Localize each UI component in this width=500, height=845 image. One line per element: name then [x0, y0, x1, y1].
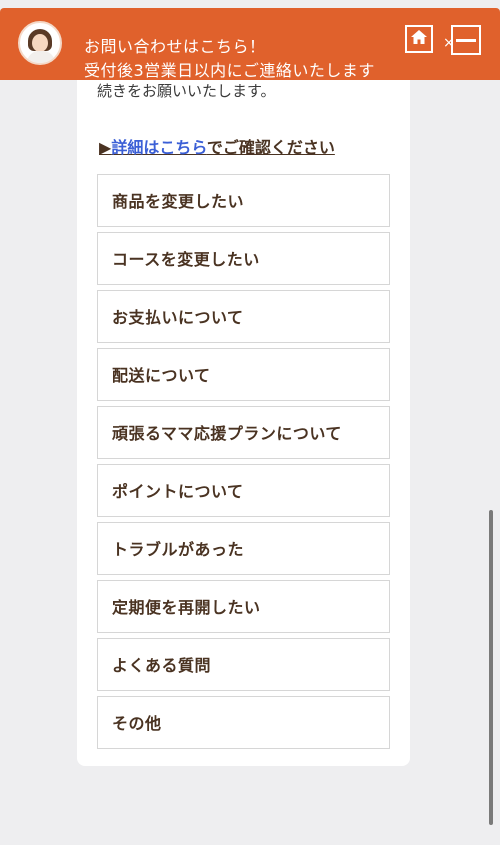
- home-button[interactable]: [405, 25, 433, 53]
- minimize-button[interactable]: [451, 25, 481, 55]
- home-icon: [410, 29, 428, 49]
- operator-avatar: [18, 21, 62, 65]
- menu-item-delivery[interactable]: 配送について: [97, 348, 390, 401]
- inquiry-card: 続きをお願いいたします。 ▶詳細はこちらでご確認ください 商品を変更したい コー…: [77, 60, 410, 766]
- menu-item-mama-support-plan[interactable]: 頑張るママ応援プランについて: [97, 406, 390, 459]
- menu-item-payment[interactable]: お支払いについて: [97, 290, 390, 343]
- details-line: ▶詳細はこちらでご確認ください: [99, 134, 335, 158]
- menu-item-change-product[interactable]: 商品を変更したい: [97, 174, 390, 227]
- header-subtitle: 受付後3営業日以内にご連絡いたします: [84, 61, 375, 80]
- menu-item-resume-subscription[interactable]: 定期便を再開したい: [97, 580, 390, 633]
- inquiry-menu: 商品を変更したい コースを変更したい お支払いについて 配送について 頑張るママ…: [97, 174, 390, 754]
- triangle-right-icon: ▶: [99, 138, 112, 157]
- intro-text: 続きをお願いいたします。: [97, 82, 276, 100]
- menu-item-other[interactable]: その他: [97, 696, 390, 749]
- menu-item-trouble[interactable]: トラブルがあった: [97, 522, 390, 575]
- menu-item-change-course[interactable]: コースを変更したい: [97, 232, 390, 285]
- scrollbar[interactable]: [489, 510, 493, 825]
- details-suffix: でご確認ください: [206, 138, 335, 157]
- menu-item-faq[interactable]: よくある質問: [97, 638, 390, 691]
- chat-header: お問い合わせはこちら！ 受付後3営業日以内にご連絡いたします ×: [0, 8, 500, 80]
- minimize-icon: [456, 38, 476, 42]
- header-title: お問い合わせはこちら！: [84, 37, 266, 56]
- details-link[interactable]: 詳細はこちら: [111, 138, 207, 157]
- menu-item-points[interactable]: ポイントについて: [97, 464, 390, 517]
